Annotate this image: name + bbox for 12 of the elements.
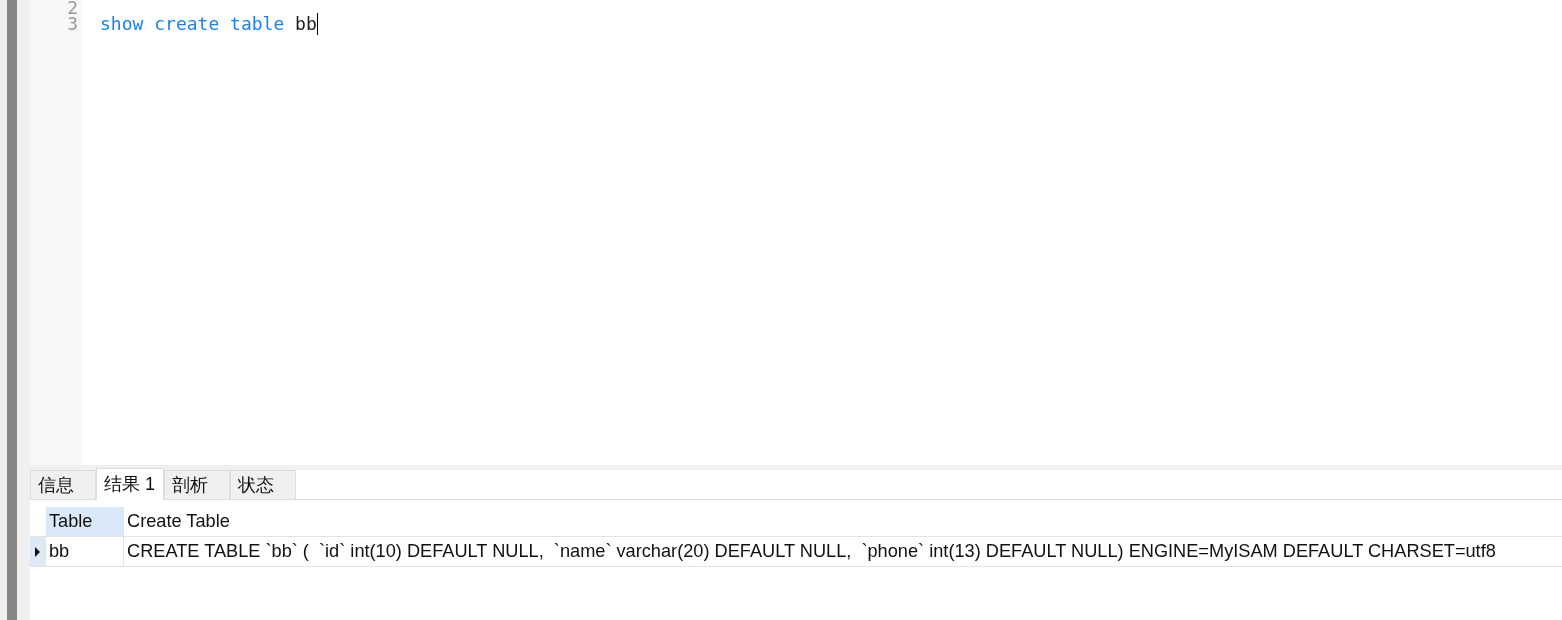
line-number: 2 xyxy=(67,0,78,16)
result-tab[interactable]: 剖析 xyxy=(164,470,230,499)
column-header[interactable]: Table xyxy=(46,507,124,536)
table-cell: bb xyxy=(46,537,124,566)
table-cell-text: CREATE TABLE `bb` ( `id` int(10) DEFAULT NULL, `name` varchar(20) DEFAULT NULL, `phone` int(13) DEFAULT NULL) ENGINE=MyISAM DEFAULT CHARSET=utf8 xyxy=(126,539,1497,563)
line-number: 3 xyxy=(67,16,78,32)
row-indicator[interactable] xyxy=(30,537,46,566)
result-tab[interactable]: 信息 xyxy=(30,470,96,499)
current-row-arrow-icon xyxy=(35,546,40,557)
result-tab[interactable]: 结果 1 xyxy=(96,468,164,500)
result-tab[interactable]: 状态 xyxy=(230,470,296,499)
code-line: show create table bb xyxy=(100,16,317,32)
